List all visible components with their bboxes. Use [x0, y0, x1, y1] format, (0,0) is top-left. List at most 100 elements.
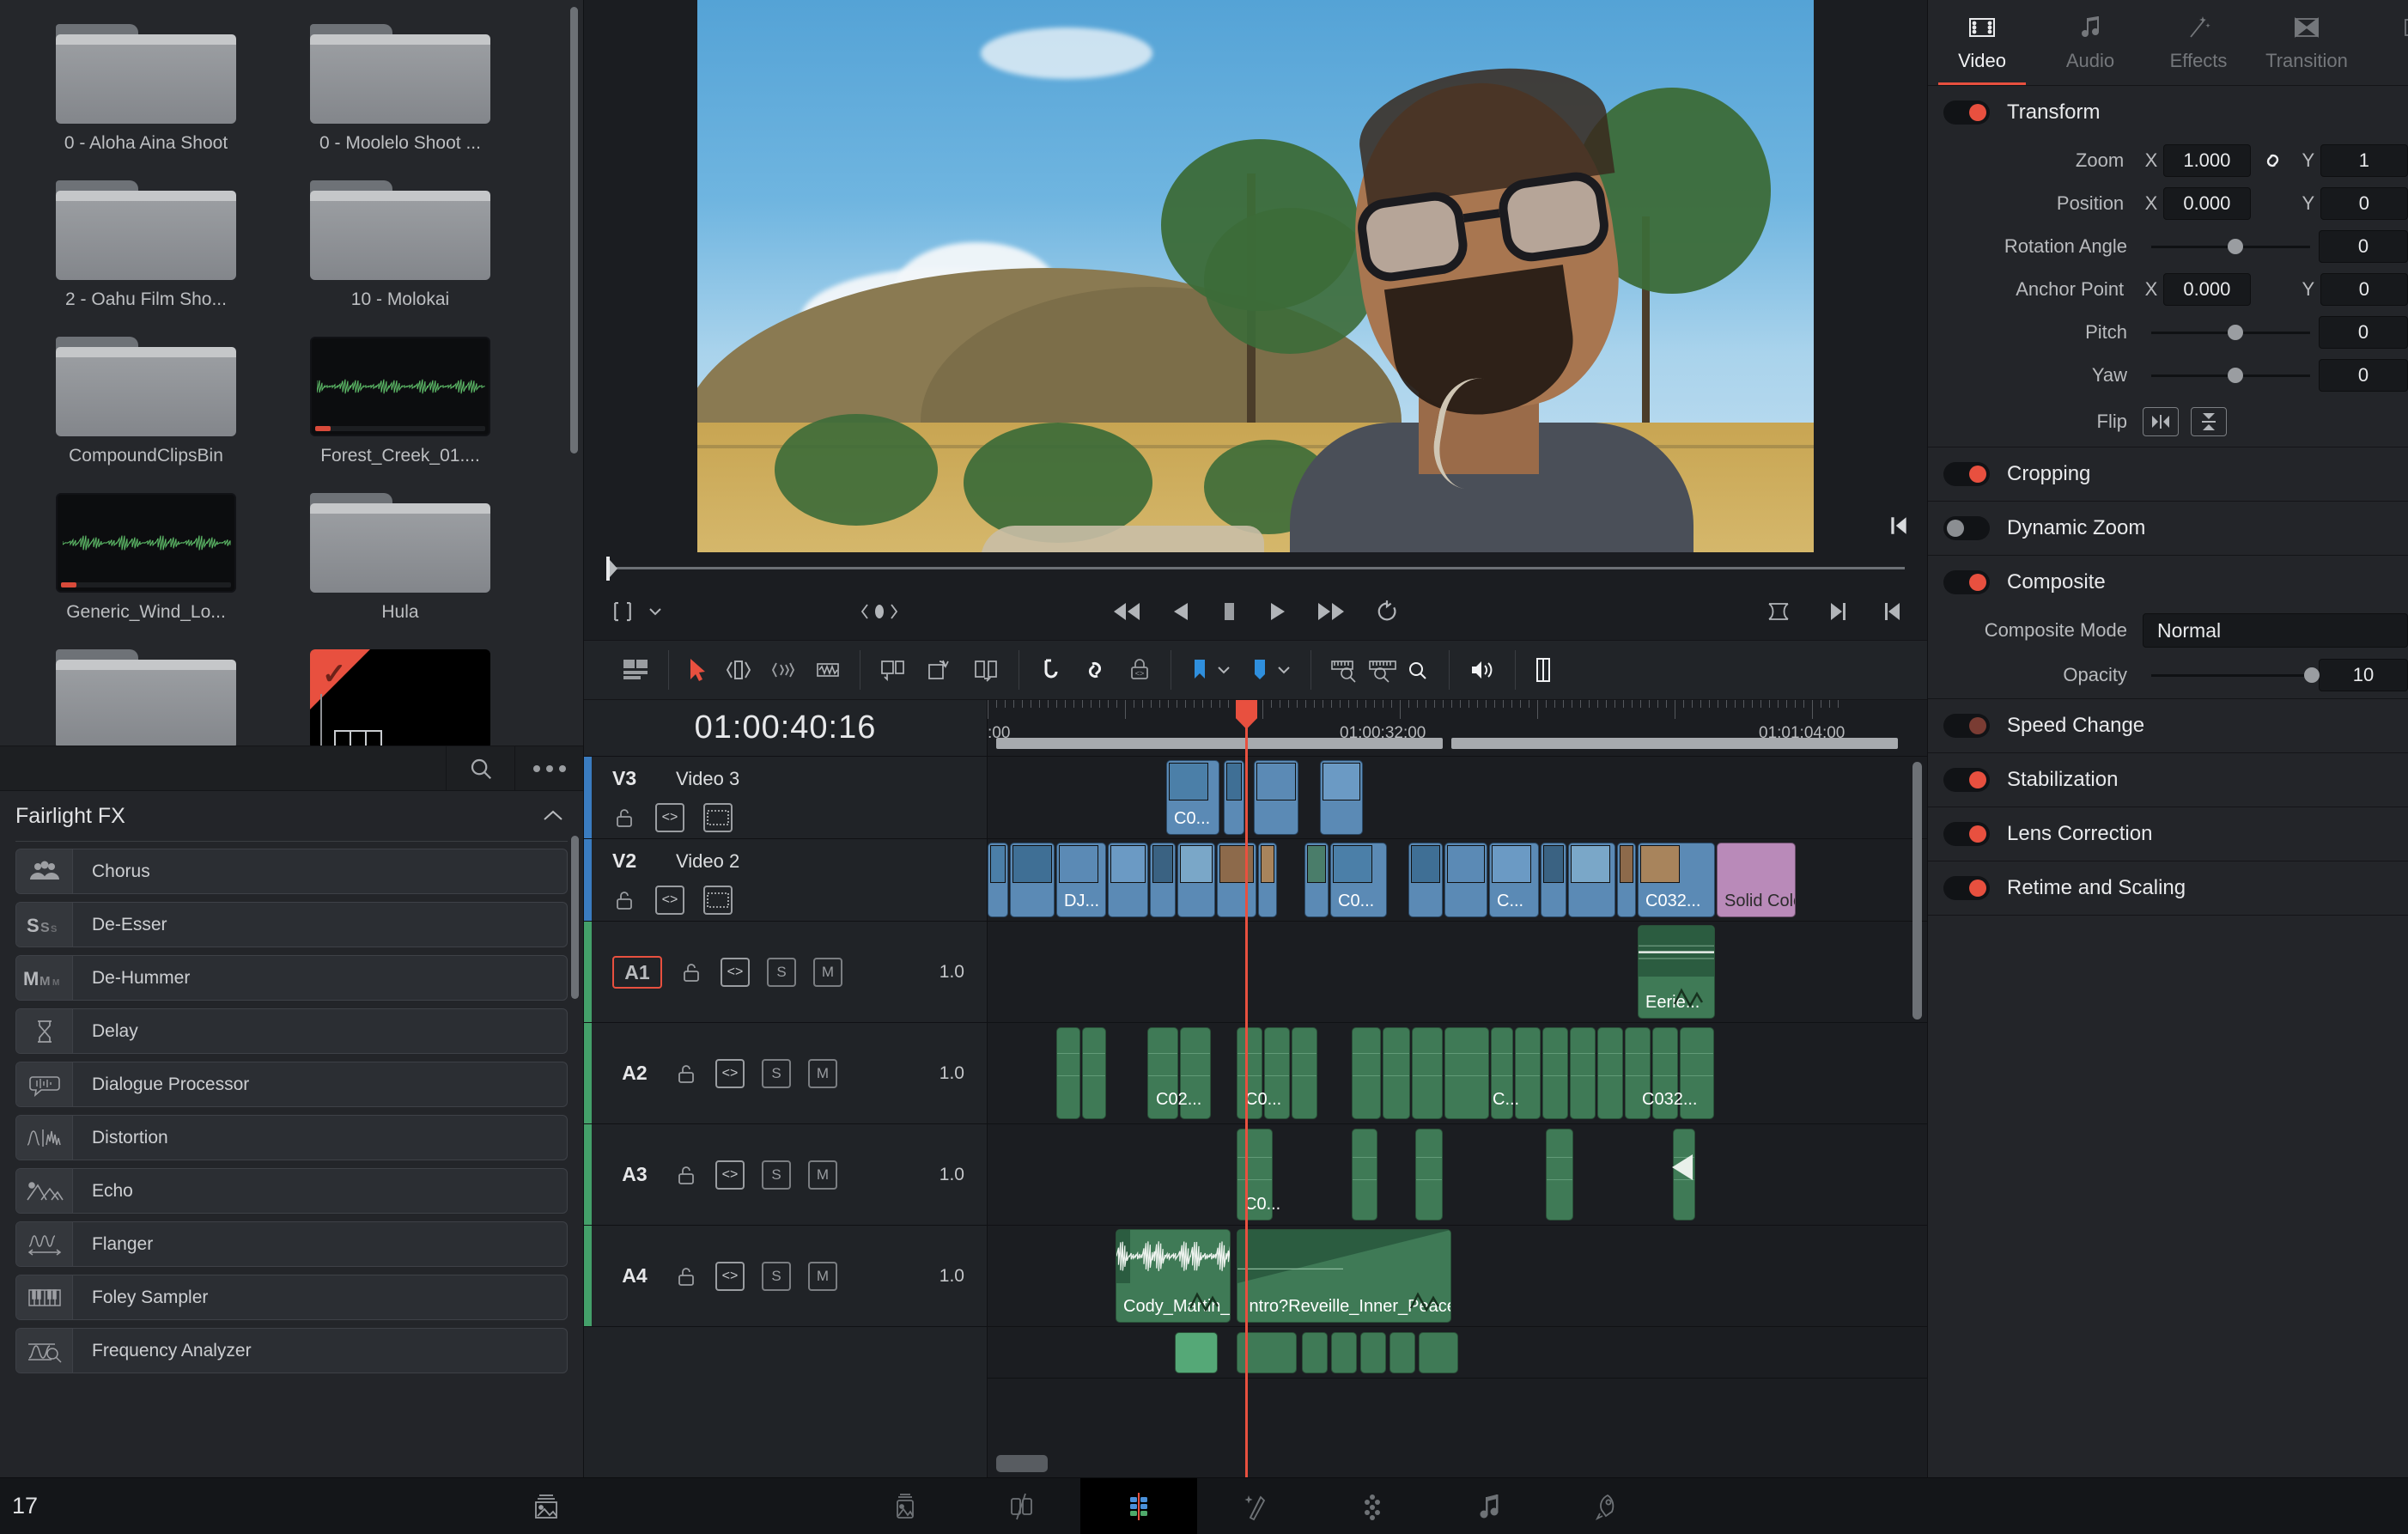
- media-page[interactable]: [847, 1478, 964, 1534]
- next-clip-icon[interactable]: [1827, 600, 1848, 624]
- viewer-stage[interactable]: [584, 0, 1927, 552]
- timeline-clip[interactable]: [1389, 1332, 1415, 1373]
- timeline-clip[interactable]: C0...: [1237, 1129, 1280, 1221]
- search-icon[interactable]: [446, 746, 514, 791]
- media-pool-item[interactable]: [19, 637, 273, 746]
- timeline-track-v2[interactable]: DJ... C0... C... C032... Solid Color: [988, 839, 1927, 922]
- zoom-fit-icon[interactable]: [1330, 657, 1363, 683]
- razor-blade-icon[interactable]: [815, 658, 841, 682]
- track-number[interactable]: A4: [612, 1264, 657, 1287]
- pitch-slider[interactable]: [2151, 316, 2310, 349]
- fairlight-fx-item-delay[interactable]: Delay: [15, 1008, 568, 1054]
- timeline-clip[interactable]: [1217, 843, 1256, 917]
- timeline-clip[interactable]: [1568, 843, 1615, 917]
- mute-button[interactable]: M: [813, 957, 842, 987]
- media-pool-item[interactable]: CompoundClipsBin: [19, 325, 273, 481]
- lens-correction-toggle[interactable]: [1943, 822, 1990, 846]
- timeline-clip[interactable]: [1617, 843, 1636, 917]
- timeline-clip[interactable]: [1108, 843, 1148, 917]
- timeline-clip[interactable]: [1412, 1027, 1443, 1119]
- timeline-clip[interactable]: [1352, 1027, 1381, 1119]
- solo-button[interactable]: S: [762, 1160, 791, 1190]
- media-pool-item[interactable]: Generic_Wind_Lo...: [19, 481, 273, 637]
- zoom-detail-icon[interactable]: [1368, 657, 1401, 683]
- play-icon[interactable]: [1267, 600, 1287, 624]
- fairlight-fx-item-dialogue-processor[interactable]: Dialogue Processor: [15, 1062, 568, 1107]
- inspector-tab-effects[interactable]: Effects: [2144, 0, 2253, 85]
- lock-icon[interactable]: [612, 888, 636, 912]
- timeline-clip[interactable]: [1383, 1027, 1410, 1119]
- go-to-end-icon[interactable]: [1888, 514, 1910, 537]
- replace-clip-icon[interactable]: [972, 658, 1000, 682]
- inspector-tab-audio[interactable]: Audio: [2036, 0, 2144, 85]
- timeline-clip[interactable]: [1352, 1129, 1377, 1221]
- insert-clip-icon[interactable]: [879, 658, 907, 682]
- position-x-field[interactable]: 0.000: [2162, 187, 2252, 220]
- link-icon[interactable]: [2251, 149, 2296, 172]
- edit-page[interactable]: [1080, 1477, 1197, 1534]
- auto-select-icon[interactable]: <>: [715, 1160, 745, 1190]
- track-gain[interactable]: 1.0: [939, 1063, 964, 1084]
- timeline-view-options-icon[interactable]: [622, 657, 649, 683]
- timeline-clip[interactable]: [1224, 760, 1244, 835]
- snapping-magnet-icon[interactable]: [1038, 657, 1064, 683]
- transform-toggle[interactable]: [1943, 100, 1990, 125]
- timeline-track-a5[interactable]: [988, 1327, 1927, 1379]
- timeline-clip[interactable]: [1302, 1332, 1328, 1373]
- solo-button[interactable]: S: [762, 1058, 791, 1088]
- fairlight-fx-item-flanger[interactable]: Flanger: [15, 1221, 568, 1267]
- composite-toggle[interactable]: [1943, 570, 1990, 594]
- anchor-x-field[interactable]: 0.000: [2162, 273, 2252, 306]
- timeline-track-a4[interactable]: Cody_Martin_...Intro?Reveille_Inner_Peac…: [988, 1226, 1927, 1327]
- track-name[interactable]: Video 3: [676, 768, 739, 790]
- media-pool-item[interactable]: ✓: [273, 637, 527, 746]
- zoom-y-field[interactable]: 1: [2320, 144, 2408, 177]
- more-options-icon[interactable]: [514, 746, 583, 791]
- timeline-clip[interactable]: [1672, 1129, 1695, 1221]
- timeline-clip[interactable]: [1331, 1332, 1357, 1373]
- fairlight-page[interactable]: [1431, 1478, 1548, 1534]
- timeline-clip[interactable]: C...: [1489, 843, 1539, 917]
- stabilization-toggle[interactable]: [1943, 768, 1990, 792]
- fairlight-fx-item-de-hummer[interactable]: M M M De-Hummer: [15, 955, 568, 1001]
- video-enable-icon[interactable]: [703, 802, 733, 832]
- auto-select-icon[interactable]: <>: [655, 802, 684, 832]
- solo-button[interactable]: S: [762, 1261, 791, 1291]
- lock-icon[interactable]: [674, 1163, 698, 1187]
- timeline-clip[interactable]: [1150, 843, 1176, 917]
- timeline-clip[interactable]: Eerie...: [1638, 925, 1715, 1019]
- track-number[interactable]: A2: [612, 1062, 657, 1085]
- timeline-clip[interactable]: [1177, 843, 1215, 917]
- timeline-clip[interactable]: [1258, 843, 1277, 917]
- retime-scaling-toggle[interactable]: [1943, 876, 1990, 900]
- opacity-slider[interactable]: [2151, 659, 2320, 691]
- lock-icon[interactable]: [679, 960, 703, 984]
- media-pool-icon[interactable]: [531, 1492, 562, 1521]
- play-reverse-icon[interactable]: [1171, 600, 1191, 624]
- frame-format-icon[interactable]: [610, 599, 635, 624]
- fairlight-fx-item-distortion[interactable]: Distortion: [15, 1115, 568, 1160]
- inspector-tab-transition[interactable]: Transition: [2253, 0, 2361, 85]
- pitch-field[interactable]: 0: [2319, 316, 2408, 349]
- chevron-down-icon[interactable]: [648, 606, 663, 618]
- timeline-clip[interactable]: [1175, 1332, 1218, 1373]
- color-page[interactable]: [1314, 1478, 1431, 1534]
- fusion-page[interactable]: [1197, 1478, 1314, 1534]
- track-gain[interactable]: 1.0: [939, 1165, 964, 1185]
- loop-icon[interactable]: [1375, 600, 1399, 624]
- timeline-clip[interactable]: [1056, 1027, 1080, 1119]
- trim-edit-icon[interactable]: [726, 658, 751, 682]
- media-pool-item[interactable]: Hula: [273, 481, 527, 637]
- media-pool-scrollbar[interactable]: [570, 7, 578, 454]
- flip-horizontal-icon[interactable]: [2143, 407, 2179, 436]
- position-y-field[interactable]: 0: [2320, 187, 2408, 220]
- timeline-clip[interactable]: [1408, 843, 1443, 917]
- flag-color-menu-chevron-down-icon[interactable]: [1216, 664, 1231, 676]
- timeline-ruler[interactable]: :00 01:00:32:00 01:01:04:00: [988, 700, 1927, 757]
- dynamic-zoom-toggle[interactable]: [1943, 516, 1990, 540]
- timeline-clip[interactable]: [1444, 1027, 1489, 1119]
- fairlight-fx-scrollbar[interactable]: [571, 836, 579, 999]
- track-number[interactable]: A1: [612, 955, 662, 989]
- skip-to-end-icon[interactable]: [1316, 600, 1346, 624]
- overwrite-clip-icon[interactable]: [926, 658, 953, 682]
